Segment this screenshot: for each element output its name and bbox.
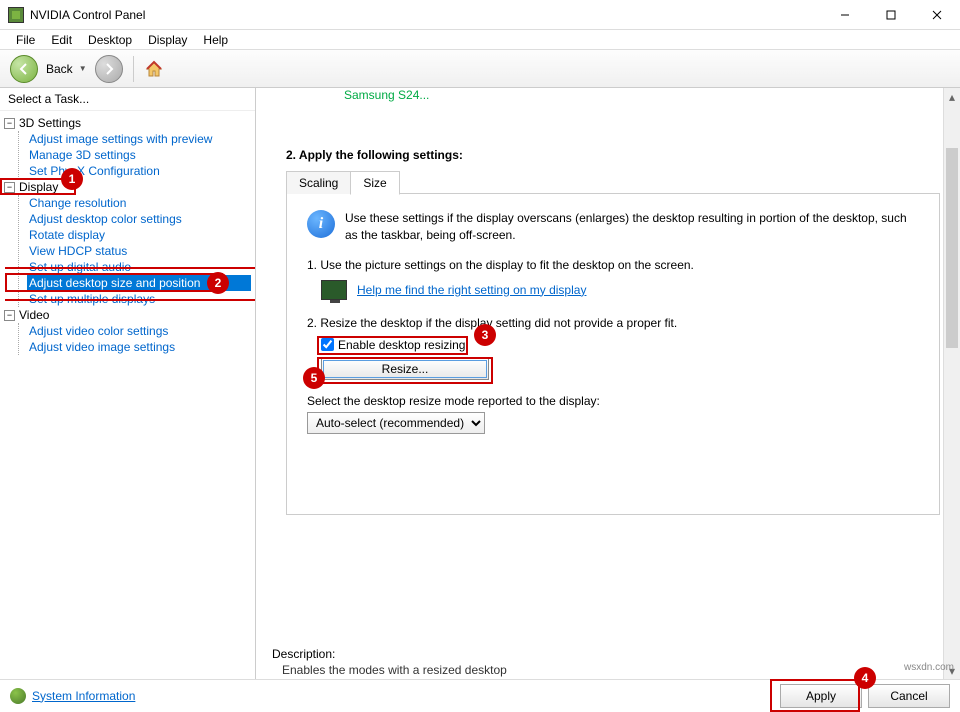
tab-container: i Use these settings if the display over… [286, 193, 940, 515]
scrollbar-thumb[interactable] [946, 148, 958, 348]
tree-item-multiple-displays[interactable]: Set up multiple displays [27, 291, 251, 307]
maximize-button[interactable] [868, 0, 914, 30]
tab-size[interactable]: Size [350, 171, 399, 195]
content-pane: Samsung S24... 2. Apply the following se… [256, 88, 960, 679]
tree-item-video-color[interactable]: Adjust video color settings [27, 323, 251, 339]
resize-button[interactable]: Resize... [321, 358, 489, 380]
enable-resizing-label[interactable]: Enable desktop resizing [338, 338, 465, 352]
tab-body-size: i Use these settings if the display over… [287, 194, 939, 514]
tree-label-3d[interactable]: 3D Settings [19, 116, 81, 130]
sysinfo-icon [10, 688, 26, 704]
step-1: 1. Use the picture settings on the displ… [307, 258, 919, 272]
toolbar-separator [133, 56, 134, 82]
tree-item-change-resolution[interactable]: Change resolution [27, 195, 251, 211]
back-label: Back [46, 62, 73, 76]
display-name: Samsung S24... [344, 88, 940, 102]
back-dropdown-icon[interactable]: ▼ [79, 64, 87, 73]
menu-file[interactable]: File [8, 31, 43, 49]
body: Select a Task... − 3D Settings Adjust im… [0, 88, 960, 679]
footer: System Information Apply 4 Cancel [0, 679, 960, 711]
window-title: NVIDIA Control Panel [30, 8, 822, 22]
tree-item-hdcp-status[interactable]: View HDCP status [27, 243, 251, 259]
menu-edit[interactable]: Edit [43, 31, 80, 49]
cancel-button[interactable]: Cancel [868, 684, 950, 708]
menu-display[interactable]: Display [140, 31, 195, 49]
monitor-icon [321, 280, 347, 300]
step-2: 2. Resize the desktop if the display set… [307, 316, 919, 330]
description-text: Enables the modes with a resized desktop [282, 663, 760, 677]
tree-item-desktop-color[interactable]: Adjust desktop color settings [27, 211, 251, 227]
tab-scaling[interactable]: Scaling [286, 171, 351, 194]
tree-group-3d[interactable]: − 3D Settings [4, 115, 251, 131]
tree-group-display[interactable]: − Display [4, 179, 251, 195]
sidebar-header: Select a Task... [0, 88, 255, 111]
minimize-button[interactable] [822, 0, 868, 30]
tree-label-video[interactable]: Video [19, 308, 49, 322]
home-icon[interactable] [144, 59, 164, 79]
section-heading: 2. Apply the following settings: [286, 148, 940, 162]
description-label: Description: [272, 647, 760, 661]
system-information-link[interactable]: System Information [32, 689, 135, 703]
help-link[interactable]: Help me find the right setting on my dis… [357, 283, 586, 297]
menu-help[interactable]: Help [195, 31, 236, 49]
collapse-icon[interactable]: − [4, 310, 15, 321]
collapse-icon[interactable]: − [4, 118, 15, 129]
titlebar: NVIDIA Control Panel [0, 0, 960, 30]
resize-mode-select[interactable]: Auto-select (recommended) [307, 412, 485, 434]
info-text: Use these settings if the display oversc… [345, 210, 919, 244]
tree-label-display[interactable]: Display [19, 180, 58, 194]
forward-button[interactable] [95, 55, 123, 83]
menu-desktop[interactable]: Desktop [80, 31, 140, 49]
tab-strip: Scaling Size [286, 171, 940, 194]
menubar: File Edit Desktop Display Help [0, 30, 960, 50]
tree-item-rotate-display[interactable]: Rotate display [27, 227, 251, 243]
toolbar: Back ▼ [0, 50, 960, 88]
apply-button[interactable]: Apply [780, 684, 862, 708]
collapse-icon[interactable]: − [4, 182, 15, 193]
scrollbar[interactable]: ▴ ▾ [943, 88, 960, 679]
scrollbar-up-icon[interactable]: ▴ [944, 88, 960, 105]
select-label: Select the desktop resize mode reported … [307, 394, 919, 408]
tree-item-adjust-size-position[interactable]: Adjust desktop size and position [27, 275, 251, 291]
tree-item-video-image[interactable]: Adjust video image settings [27, 339, 251, 355]
tree-item-physx[interactable]: Set PhysX Configuration [27, 163, 251, 179]
back-button[interactable] [10, 55, 38, 83]
watermark: wsxdn.com [904, 662, 954, 673]
task-tree: − 3D Settings Adjust image settings with… [0, 111, 255, 679]
window-controls [822, 0, 960, 30]
tree-group-video[interactable]: − Video [4, 307, 251, 323]
enable-resizing-checkbox[interactable] [321, 338, 334, 351]
app-icon [8, 7, 24, 23]
close-button[interactable] [914, 0, 960, 30]
tree-item-manage-3d[interactable]: Manage 3D settings [27, 147, 251, 163]
sidebar: Select a Task... − 3D Settings Adjust im… [0, 88, 256, 679]
tree-item-adjust-image[interactable]: Adjust image settings with preview [27, 131, 251, 147]
tree-item-digital-audio[interactable]: Set up digital audio [27, 259, 251, 275]
description-area: Description: Enables the modes with a re… [272, 647, 760, 677]
info-icon: i [307, 210, 335, 238]
